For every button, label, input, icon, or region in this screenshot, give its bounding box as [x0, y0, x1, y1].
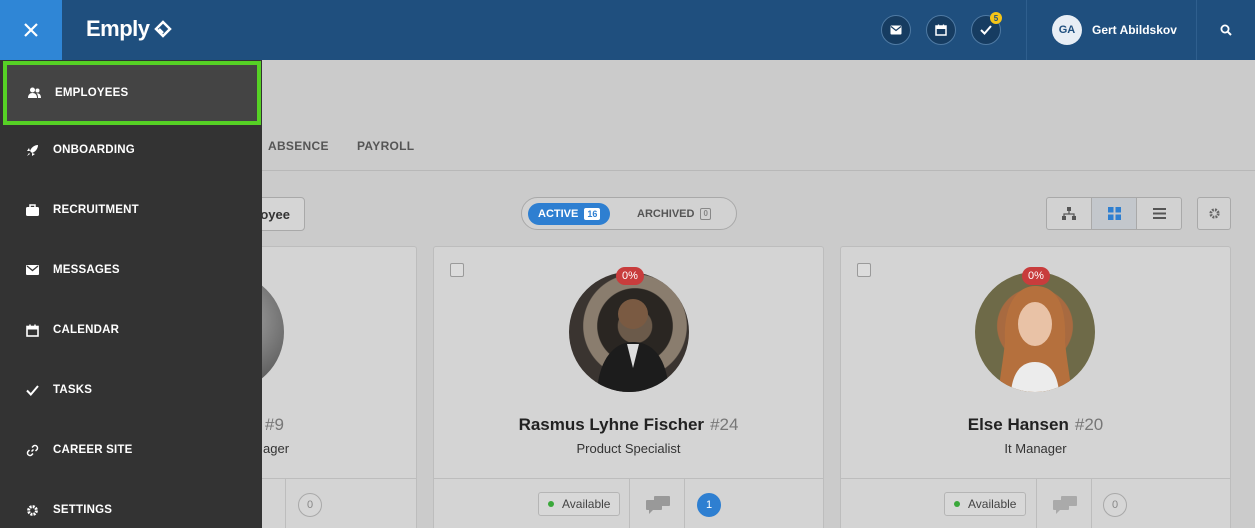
divider: [285, 479, 286, 528]
comments-count[interactable]: 0: [298, 493, 322, 517]
employee-number: #9: [265, 415, 284, 434]
active-count-badge: 16: [584, 208, 601, 220]
sidebar-item-label: CAREER SITE: [53, 444, 133, 456]
sidebar-item-messages[interactable]: MESSAGES: [0, 240, 262, 300]
rocket-icon: [25, 143, 39, 157]
divider: [1026, 0, 1027, 60]
sidebar-item-recruitment[interactable]: RECRUITMENT: [0, 180, 262, 240]
top-bar: Emply 5 GA Gert Abildskov: [0, 0, 1255, 60]
employee-full-name: Else Hansen: [967, 415, 1069, 434]
comments-count[interactable]: 0: [1103, 493, 1127, 517]
grid-icon: [1107, 207, 1121, 220]
close-menu-button[interactable]: [0, 0, 62, 60]
briefcase-icon: [25, 203, 39, 217]
envelope-icon: [890, 25, 902, 35]
employee-title: It Manager: [1004, 441, 1067, 456]
employee-name: Rasmus Lyhne Fischer #24: [434, 415, 823, 435]
status-toggle: ACTIVE 16 ARCHIVED 0: [521, 197, 737, 230]
sidebar-item-tasks[interactable]: TASKS: [0, 360, 262, 420]
active-label: ACTIVE: [538, 208, 579, 220]
users-icon: [27, 86, 41, 100]
status-label: Available: [968, 497, 1017, 511]
divider: [629, 479, 630, 528]
check-icon: [25, 383, 39, 397]
sidebar-item-onboarding[interactable]: ONBOARDING: [0, 120, 262, 180]
status-badge[interactable]: Available: [538, 492, 621, 516]
settings-button[interactable]: [1197, 197, 1231, 230]
close-icon: [24, 23, 38, 37]
employee-number: #20: [1074, 415, 1104, 434]
person-silhouette: [597, 299, 669, 392]
gear-icon: [25, 503, 39, 517]
sidebar-item-calendar[interactable]: CALENDAR: [0, 300, 262, 360]
user-name[interactable]: Gert Abildskov: [1092, 23, 1177, 37]
comments-count[interactable]: 1: [697, 493, 721, 517]
select-checkbox[interactable]: [857, 263, 871, 277]
divider: [1091, 479, 1092, 528]
employee-title-text: ager: [263, 441, 290, 456]
employee-card[interactable]: 0% Else Hansen #20 It Manager Available 0: [840, 246, 1231, 528]
select-checkbox[interactable]: [450, 263, 464, 277]
org-chart-view-button[interactable]: [1047, 198, 1092, 229]
logo[interactable]: Emply: [86, 16, 172, 42]
status-label: Available: [562, 497, 611, 511]
sidebar-item-label: TASKS: [53, 384, 93, 396]
sidebar-item-career-site[interactable]: CAREER SITE: [0, 420, 262, 480]
archived-label: ARCHIVED: [637, 208, 695, 220]
sidebar-item-settings[interactable]: SETTINGS: [0, 480, 262, 528]
sidebar-item-label: SETTINGS: [53, 504, 113, 516]
employee-title: Product Specialist: [576, 441, 681, 456]
calendar-button[interactable]: [926, 15, 956, 45]
sidebar-item-label: ONBOARDING: [53, 144, 135, 156]
sidebar-item-employees[interactable]: EMPLOYEES: [3, 61, 261, 125]
tasks-button[interactable]: 5: [971, 12, 1002, 45]
employee-photo: [569, 272, 689, 392]
search-button[interactable]: [1196, 0, 1255, 60]
sidebar-item-label: RECRUITMENT: [53, 204, 139, 216]
archived-filter-button[interactable]: ARCHIVED 0: [637, 208, 711, 220]
completion-badge: 0%: [1022, 267, 1050, 285]
grid-view-button[interactable]: [1092, 198, 1137, 229]
active-filter-button[interactable]: ACTIVE 16: [528, 203, 611, 225]
person-silhouette: [999, 286, 1071, 392]
view-switcher: [1046, 197, 1182, 230]
card-footer: Available 1: [434, 478, 823, 528]
check-icon: [980, 25, 992, 35]
search-icon: [1220, 24, 1232, 36]
tab-absence[interactable]: ABSENCE: [268, 139, 329, 153]
sidebar-item-label: CALENDAR: [53, 324, 120, 336]
logo-text: Emply: [86, 16, 150, 41]
messages-button[interactable]: [881, 15, 911, 45]
calendar-icon: [25, 323, 39, 337]
link-icon: [25, 443, 39, 457]
employee-number: #24: [710, 415, 739, 434]
sidebar-menu: EMPLOYEES ONBOARDING RECRUITMENT MESSAGE…: [0, 60, 262, 528]
card-footer: Available 0: [841, 478, 1230, 528]
archived-count-badge: 0: [700, 208, 711, 220]
employee-name: Else Hansen #20: [841, 415, 1230, 435]
status-dot: [548, 501, 554, 507]
completion-badge: 0%: [616, 267, 644, 285]
envelope-icon: [25, 263, 39, 277]
status-badge[interactable]: Available: [944, 492, 1027, 516]
status-dot: [954, 501, 960, 507]
tasks-badge: 5: [990, 12, 1002, 24]
list-icon: [1152, 208, 1166, 219]
sidebar-item-label: EMPLOYEES: [55, 87, 129, 99]
list-view-button[interactable]: [1137, 198, 1181, 229]
employee-full-name: Rasmus Lyhne Fischer: [518, 415, 705, 434]
sidebar-item-label: MESSAGES: [53, 264, 120, 276]
calendar-icon: [935, 24, 947, 36]
tab-payroll[interactable]: PAYROLL: [357, 139, 414, 153]
avatar[interactable]: GA: [1052, 15, 1082, 45]
employee-photo: [975, 272, 1095, 392]
logo-mark-icon: [153, 20, 172, 38]
divider: [1036, 479, 1037, 528]
employee-card[interactable]: 0% Rasmus Lyhne Fischer #24 Product Speci…: [433, 246, 824, 528]
divider: [684, 479, 685, 528]
chat-icon[interactable]: [646, 496, 672, 514]
gear-icon: [1208, 208, 1220, 219]
chat-icon[interactable]: [1053, 496, 1079, 514]
org-chart-icon: [1062, 207, 1076, 220]
